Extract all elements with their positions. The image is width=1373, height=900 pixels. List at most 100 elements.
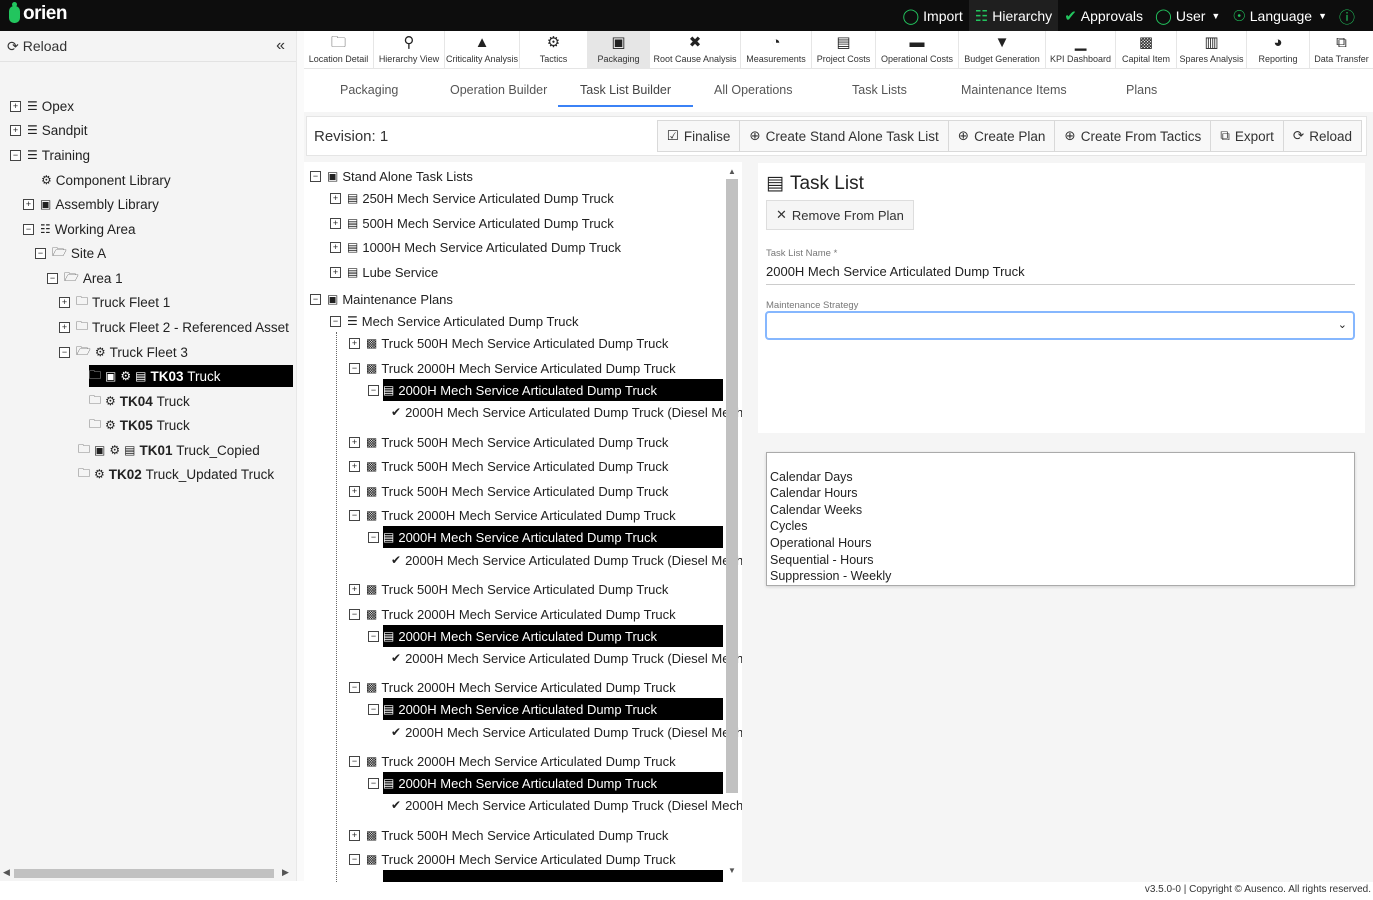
nav-hierarchy[interactable]: ☷ Hierarchy [968, 0, 1059, 31]
task-list-name-field[interactable]: 2000H Mech Service Articulated Dump Truc… [766, 263, 1355, 285]
strategy-option[interactable]: Suppression - Weekly [770, 569, 891, 583]
tree-node-tk05[interactable]: 🗀 ⚙ TK05 Truck [89, 414, 190, 436]
collapse-icon[interactable]: − [47, 272, 58, 284]
expand-icon[interactable]: + [349, 583, 360, 595]
tree-task-list-selected[interactable]: − ▤ 2000H Mech Service Articulated Dump Tr… [368, 625, 723, 647]
nav-user[interactable]: ◯ User ▼ [1149, 0, 1226, 31]
collapse-icon[interactable]: − [349, 362, 360, 374]
tree-maintenance-item[interactable]: + ▩ Truck 500H Mech Service Articulated Du… [349, 824, 668, 846]
panel-splitter[interactable] [296, 31, 304, 881]
app-logo[interactable]: orien [9, 1, 67, 25]
expand-icon[interactable]: + [330, 266, 341, 278]
tab-task-lists[interactable]: Task Lists [852, 83, 907, 97]
expand-icon[interactable]: + [349, 460, 360, 472]
export-button[interactable]: ⧉ Export [1210, 120, 1284, 152]
scroll-thumb[interactable] [726, 179, 738, 793]
collapse-icon[interactable]: − [368, 703, 379, 715]
tree-maintenance-item[interactable]: + ▩ Truck 500H Mech Service Articulated Du… [349, 578, 668, 600]
strategy-option[interactable]: Calendar Weeks [770, 503, 862, 517]
tab-all-operations[interactable]: All Operations [714, 83, 793, 97]
tree-maintenance-item[interactable]: + ▩ Truck 500H Mech Service Articulated Du… [349, 455, 668, 477]
expand-icon[interactable]: + [349, 436, 360, 448]
expand-icon[interactable]: + [10, 124, 21, 136]
tab-operation-builder[interactable]: Operation Builder [450, 83, 547, 97]
collapse-icon[interactable]: − [349, 608, 360, 620]
tree-task-list[interactable]: + ▤ 250H Mech Service Articulated Dump Tru… [330, 187, 614, 209]
expand-icon[interactable]: + [59, 296, 70, 308]
collapse-icon[interactable]: − [310, 293, 321, 305]
nav-help[interactable]: ⓘ [1333, 0, 1365, 31]
tree-operation[interactable]: ✔ 2000H Mech Service Articulated Dump Tru… [391, 721, 744, 743]
reload-hierarchy-button[interactable]: ⟳ Reload [7, 38, 67, 55]
expand-icon[interactable]: + [330, 241, 341, 253]
toolbar-spares-analysis[interactable]: ▥ Spares Analysis [1177, 31, 1247, 69]
tree-task-list-selected[interactable]: − ▤ 2000H Mech Service Articulated Dump Tr… [368, 379, 723, 401]
tree-operation[interactable]: ✔ 2000H Mech Service Articulated Dump Tru… [391, 549, 744, 571]
tab-packaging[interactable]: Packaging [340, 83, 398, 97]
tree-node-truck-fleet-2[interactable]: + 🗀 Truck Fleet 2 - Referenced Asset [59, 316, 289, 338]
collapse-icon[interactable]: − [330, 315, 341, 327]
toolbar-location-detail[interactable]: 🗀 Location Detail [304, 31, 374, 69]
tree-maintenance-item[interactable]: − ▩ Truck 2000H Mech Service Articulated D… [349, 750, 676, 772]
strategy-option[interactable]: Calendar Hours [770, 486, 858, 500]
tree-node-tk01[interactable]: 🗀 ▣ ⚙ ▤ TK01 Truck_Copied [78, 439, 260, 461]
expand-icon[interactable]: + [23, 198, 34, 210]
collapse-icon[interactable]: − [349, 755, 360, 767]
expand-icon[interactable]: + [10, 100, 21, 112]
tree-task-list[interactable]: + ▤ Lube Service [330, 261, 438, 283]
tree-node-component-library[interactable]: ⚙ Component Library [41, 169, 171, 191]
tree-node-tk04[interactable]: 🗀 ⚙ TK04 Truck [89, 390, 190, 412]
toolbar-hierarchy-view[interactable]: ⚲ Hierarchy View [374, 31, 445, 69]
toolbar-data-transfer[interactable]: ⧉ Data Transfer [1310, 31, 1373, 69]
tree-node-tk03[interactable]: 🗀 ▣ ⚙ ▤ TK03 Truck [89, 365, 293, 387]
tree-node-training[interactable]: − ☰ Training [10, 144, 90, 166]
tree-plans-root[interactable]: − ▣ Maintenance Plans [310, 288, 453, 310]
tree-maintenance-item[interactable]: − ▩ Truck 2000H Mech Service Articulated D… [349, 676, 676, 698]
tree-task-list[interactable]: + ▤ 1000H Mech Service Articulated Dump Tr… [330, 236, 621, 258]
scroll-left-icon[interactable]: ◀ [3, 867, 10, 878]
expand-icon[interactable]: + [349, 337, 360, 349]
tree-task-list-selected[interactable]: − ▤ 2000H Mech Service Articulated Dump Tr… [368, 698, 723, 720]
toolbar-tactics[interactable]: ⚙ Tactics [520, 31, 588, 69]
collapse-panel-icon[interactable]: « [276, 37, 285, 55]
strategy-option[interactable]: Cycles [770, 519, 808, 533]
toolbar-criticality-analysis[interactable]: ▲ Criticality Analysis [445, 31, 520, 69]
create-stand-alone-task-list-button[interactable]: ⊕ Create Stand Alone Task List [739, 120, 949, 152]
nav-approvals[interactable]: ✔ Approvals [1058, 0, 1149, 31]
tree-node-working-area[interactable]: − ☷ Working Area [23, 218, 136, 240]
expand-icon[interactable]: + [59, 321, 70, 333]
scroll-thumb[interactable] [14, 869, 274, 878]
create-from-tactics-button[interactable]: ⊕ Create From Tactics [1054, 120, 1212, 152]
tab-task-list-builder[interactable]: Task List Builder [558, 83, 694, 107]
tree-node-sandpit[interactable]: + ☰ Sandpit [10, 119, 88, 141]
nav-import[interactable]: ◯ Import [896, 0, 968, 31]
collapse-icon[interactable]: − [349, 681, 360, 693]
expand-icon[interactable]: + [349, 485, 360, 497]
finalise-button[interactable]: ☑ Finalise [656, 120, 741, 152]
collapse-icon[interactable]: − [368, 630, 379, 642]
tree-maintenance-item[interactable]: + ▩ Truck 500H Mech Service Articulated Du… [349, 332, 668, 354]
collapse-icon[interactable]: − [368, 777, 379, 789]
expand-icon[interactable]: + [330, 192, 341, 204]
tree-maintenance-item[interactable]: + ▩ Truck 500H Mech Service Articulated Du… [349, 480, 668, 502]
collapse-icon[interactable]: − [310, 170, 321, 182]
tab-plans[interactable]: Plans [1126, 83, 1157, 97]
toolbar-operational-costs[interactable]: ▬ Operational Costs [876, 31, 959, 69]
tree-node-site-a[interactable]: − 🗁 Site A [35, 242, 106, 264]
tree-operation[interactable]: ✔ 2000H Mech Service Articulated Dump Tru… [391, 794, 744, 816]
collapse-icon[interactable]: − [23, 223, 34, 235]
tree-node-opex[interactable]: + ☰ Opex [10, 95, 74, 117]
toolbar-root-cause-analysis[interactable]: ✖ Root Cause Analysis [650, 31, 741, 69]
toolbar-measurements[interactable]: ◔ Measurements [741, 31, 812, 69]
collapse-icon[interactable]: − [349, 853, 360, 865]
collapse-icon[interactable]: − [368, 384, 379, 396]
create-plan-button[interactable]: ⊕ Create Plan [947, 120, 1056, 152]
scroll-right-icon[interactable]: ▶ [282, 867, 289, 878]
tab-maintenance-items[interactable]: Maintenance Items [961, 83, 1067, 97]
toolbar-budget-generation[interactable]: ▼ Budget Generation [959, 31, 1046, 69]
expand-icon[interactable]: + [330, 217, 341, 229]
tree-stand-alone-root[interactable]: − ▣ Stand Alone Task Lists [310, 165, 473, 187]
scroll-down-icon[interactable]: ▼ [728, 866, 736, 875]
maintenance-strategy-select[interactable]: ⌄ [765, 311, 1355, 340]
tree-task-list-selected[interactable]: − ▤ 2000H Mech Service Articulated Dump Tr… [368, 772, 723, 794]
